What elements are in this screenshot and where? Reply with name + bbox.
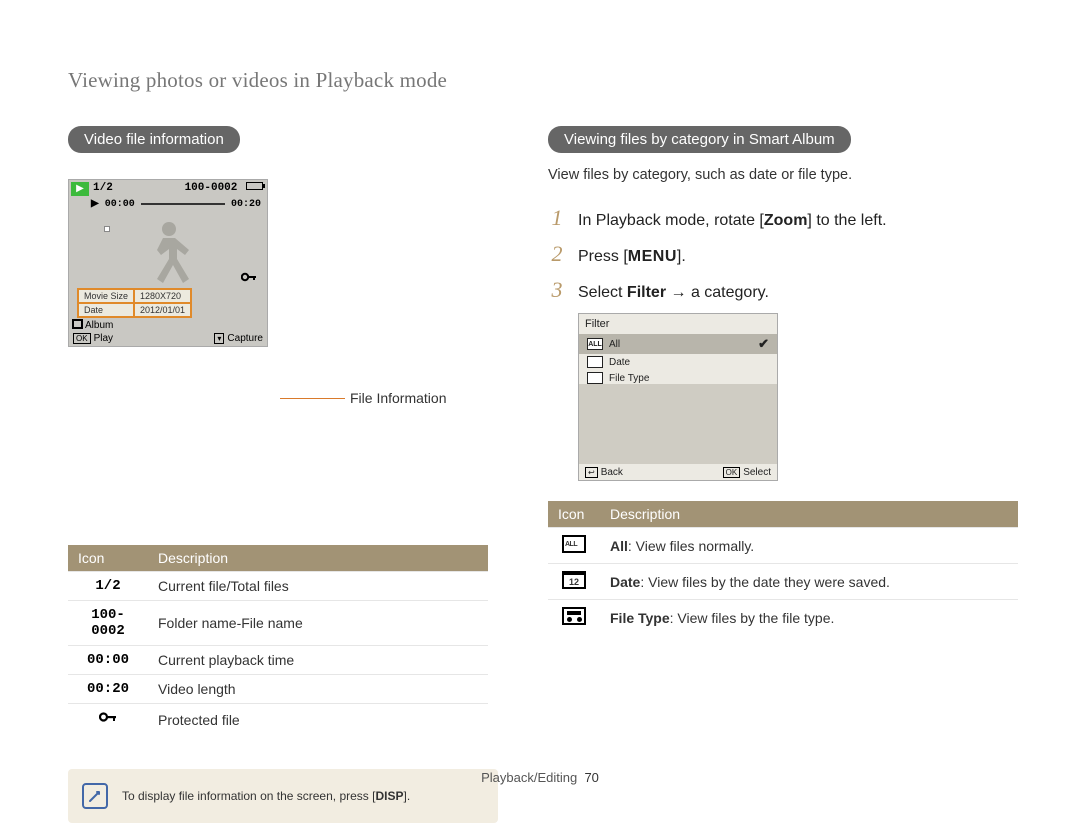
lcd-timeline: ▶ 00:00 00:20 [91, 198, 261, 210]
filter-item-date: Date [579, 354, 777, 370]
callout-line [280, 398, 345, 399]
video-lcd: ▶ 1/2 100-0002 ▶ 00:00 00:20 Movie Size1… [68, 179, 268, 347]
filetype-icon [587, 372, 603, 384]
filetype-icon [562, 607, 586, 625]
left-section-heading: Video file information [68, 126, 240, 153]
table-row: 00:00Current playback time [68, 646, 488, 675]
table-row: Protected file [68, 704, 488, 736]
date-icon [562, 571, 586, 589]
th-icon: Icon [548, 501, 600, 528]
lock-icon [241, 270, 257, 287]
battery-icon [246, 182, 263, 190]
right-column: Viewing files by category in Smart Album… [548, 126, 1018, 635]
key-icon [99, 711, 117, 728]
filter-lcd: Filter ALL All ✔ Date File Type ↩Back OK… [578, 313, 778, 481]
filter-item-all: ALL All ✔ [579, 334, 777, 354]
icon-description-table-right: Icon Description All: View files normall… [548, 501, 1018, 635]
lcd-album: Album [73, 320, 113, 331]
date-icon [587, 356, 603, 368]
check-icon: ✔ [758, 336, 769, 352]
th-desc: Description [148, 545, 488, 572]
th-desc: Description [600, 501, 1018, 528]
all-icon: ALL [587, 338, 603, 350]
back-label: ↩Back [585, 467, 623, 478]
step-2: 2 Press [MENU]. [548, 241, 1018, 267]
step-1: 1 In Playback mode, rotate [Zoom] to the… [548, 205, 1018, 231]
table-row: Date: View files by the date they were s… [548, 564, 1018, 600]
lcd-file-counter: 1/2 [93, 182, 113, 194]
table-row: 1/2Current file/Total files [68, 572, 488, 601]
decorative-dot [104, 226, 110, 232]
select-label: OKSelect [723, 467, 771, 478]
right-section-heading: Viewing files by category in Smart Album [548, 126, 851, 153]
step-3: 3 Select Filter → a category. [548, 277, 1018, 303]
page-title: Viewing photos or videos in Playback mod… [68, 68, 447, 93]
lcd-folder-file: 100-0002 [185, 182, 263, 194]
callout-label: File Information [350, 390, 446, 406]
th-icon: Icon [68, 545, 148, 572]
all-icon [562, 535, 586, 553]
dancer-silhouette-icon [129, 216, 209, 292]
right-caption: View files by category, such as date or … [548, 167, 1018, 183]
page-footer: Playback/Editing 70 [0, 770, 1080, 785]
file-info-box: Movie Size1280X720 Date2012/01/01 [77, 288, 192, 318]
table-row: All: View files normally. [548, 528, 1018, 564]
play-icon: ▶ [71, 182, 89, 196]
note-icon [82, 783, 108, 809]
lcd-capture-label: ▾Capture [214, 333, 263, 344]
left-column: Video file information ▶ 1/2 100-0002 ▶ … [68, 126, 508, 823]
steps-list: 1 In Playback mode, rotate [Zoom] to the… [548, 205, 1018, 303]
note-text: To display file information on the scree… [122, 789, 410, 803]
table-row: 00:20Video length [68, 675, 488, 704]
table-row: 100-0002Folder name-File name [68, 601, 488, 646]
filter-list: ALL All ✔ Date File Type [579, 334, 777, 386]
filter-title: Filter [585, 318, 609, 330]
table-row: File Type: View files by the file type. [548, 600, 1018, 636]
lcd-play-label: OKPlay [73, 333, 113, 344]
icon-description-table-left: Icon Description 1/2Current file/Total f… [68, 545, 488, 735]
